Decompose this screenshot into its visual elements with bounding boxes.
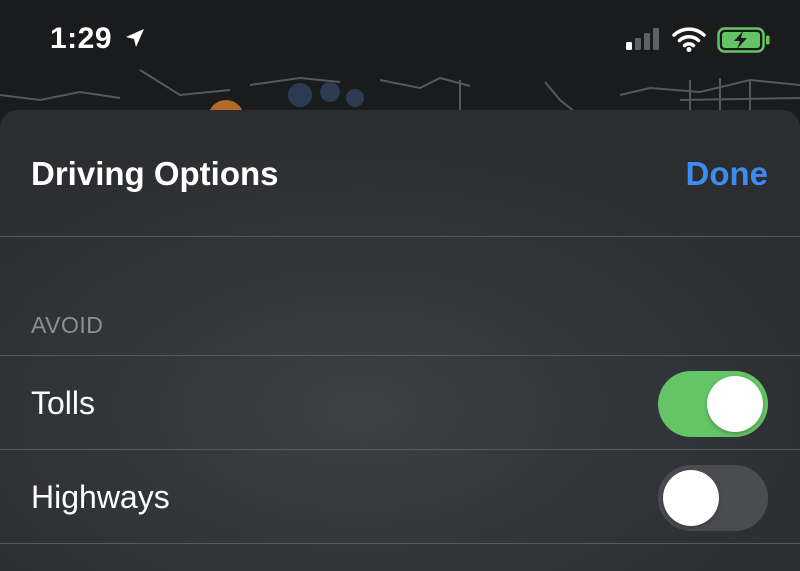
tolls-label: Tolls xyxy=(31,385,96,421)
sheet-header: Driving Options Done xyxy=(0,110,800,236)
highways-label: Highways xyxy=(31,479,170,515)
header-divider xyxy=(0,236,800,237)
avoid-section-header: AVOID xyxy=(31,312,104,338)
done-button[interactable]: Done xyxy=(686,155,769,193)
cellular-signal-icon xyxy=(626,28,662,55)
battery-charging-icon xyxy=(717,27,771,58)
wifi-icon xyxy=(672,26,706,57)
driving-options-sheet: Driving Options Done AVOID Tolls Highway… xyxy=(0,110,800,571)
screen: 1:29 Driving Options Done AVOID Tolls Hi… xyxy=(0,0,800,571)
status-bar: 1:29 xyxy=(0,0,800,80)
highways-row[interactable]: Highways xyxy=(0,450,800,544)
highways-toggle-knob xyxy=(663,470,719,526)
status-time: 1:29 xyxy=(50,22,113,55)
location-arrow-icon xyxy=(124,27,146,54)
tolls-toggle-knob xyxy=(707,376,763,432)
tolls-row[interactable]: Tolls xyxy=(0,356,800,450)
tolls-toggle[interactable] xyxy=(658,371,768,437)
sheet-title: Driving Options xyxy=(31,155,279,192)
highways-toggle[interactable] xyxy=(658,465,768,531)
bottom-divider xyxy=(0,543,800,544)
